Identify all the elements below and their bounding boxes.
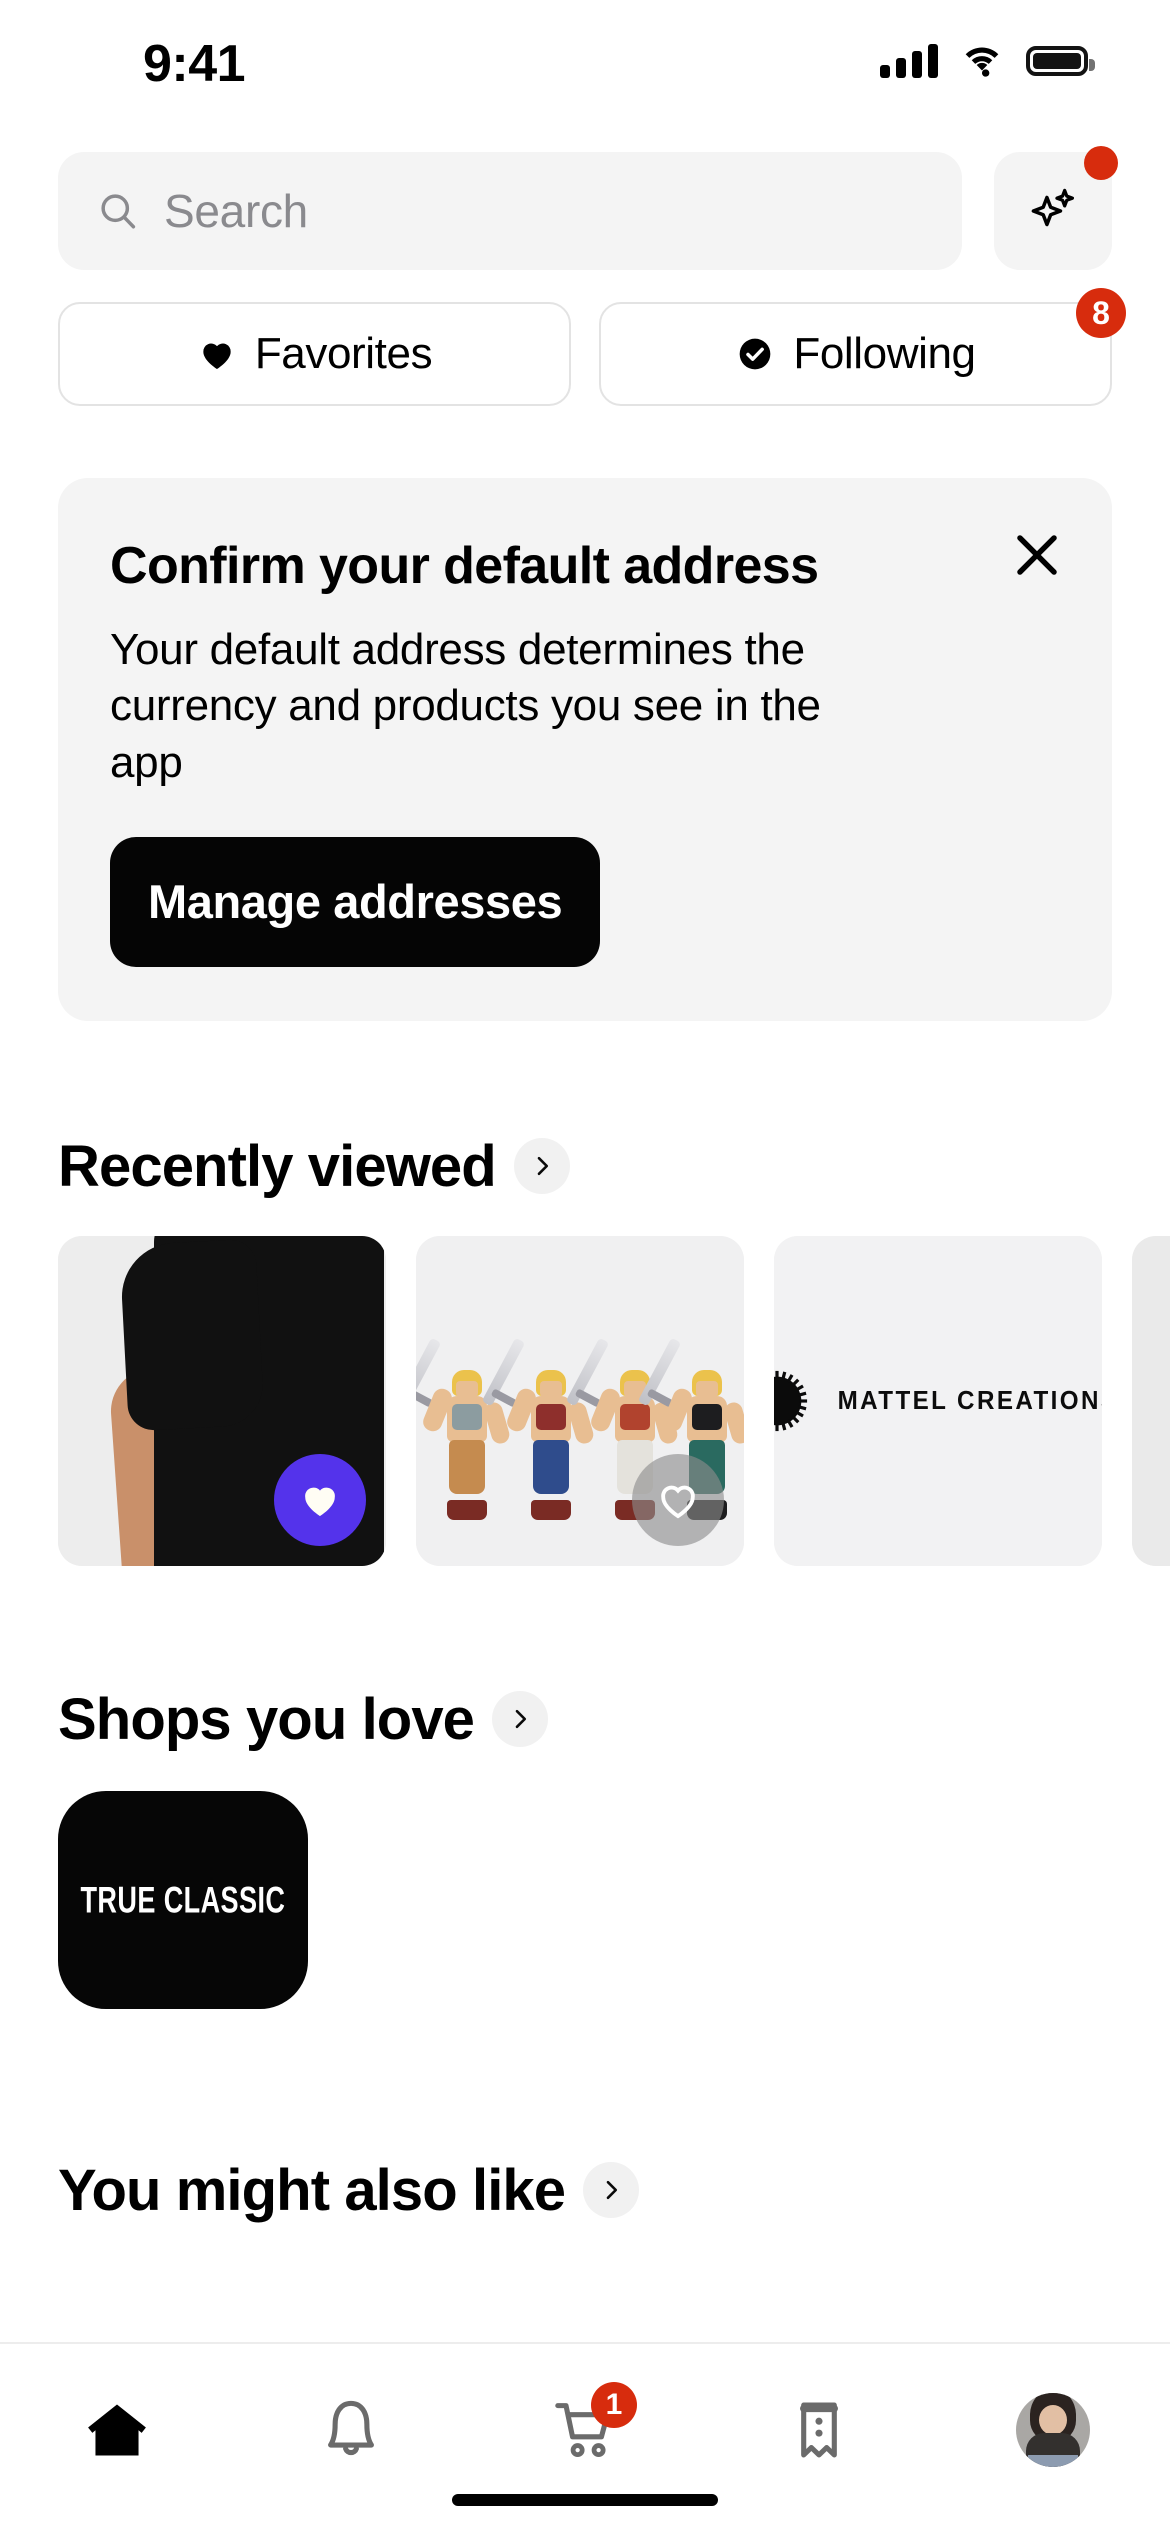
chevron-right-icon[interactable] — [583, 2162, 640, 2219]
recently-viewed-section: Recently viewed MATTEL CREATIONS — [0, 1133, 1170, 1566]
favorites-filter-button[interactable]: Favorites — [58, 302, 571, 406]
true-classic-wordmark: TRUE CLASSIC — [80, 1878, 286, 1921]
status-bar-icons — [880, 44, 1095, 78]
product-image — [1132, 1235, 1170, 1566]
battery-full-icon — [1026, 46, 1095, 76]
you-might-also-like-title: You might also like — [58, 2157, 566, 2223]
default-address-card: Confirm your default address Your defaul… — [58, 478, 1112, 1021]
shops-you-love-section: Shops you love TRUE CLASSIC — [0, 1686, 1170, 2009]
cellular-signal-icon — [880, 44, 938, 78]
address-card-body: Your default address determines the curr… — [110, 625, 821, 787]
heart-filled-icon — [305, 1487, 335, 1517]
tab-orders[interactable] — [702, 2380, 936, 2480]
search-input[interactable]: Search — [58, 152, 962, 270]
heart-filled-icon — [203, 343, 231, 369]
shops-you-love-title: Shops you love — [58, 1686, 475, 1752]
favorite-toggle-button[interactable] — [274, 1453, 366, 1546]
shop-tile-true-classic[interactable]: TRUE CLASSIC — [58, 1790, 308, 2009]
manage-addresses-button[interactable]: Manage addresses — [110, 836, 601, 967]
sparkle-ai-icon — [1031, 188, 1075, 227]
tab-notifications[interactable] — [234, 2380, 468, 2480]
home-indicator — [452, 2494, 718, 2506]
shops-rail[interactable]: TRUE CLASSIC — [0, 1753, 1170, 2009]
home-icon — [88, 2404, 146, 2456]
recently-viewed-title: Recently viewed — [58, 1133, 497, 1199]
bell-icon — [328, 2400, 374, 2456]
search-placeholder: Search — [164, 185, 308, 237]
following-count-badge: 8 — [1076, 288, 1126, 338]
address-card-title: Confirm your default address — [110, 537, 819, 595]
following-filter-button[interactable]: Following 8 — [599, 288, 1126, 406]
avatar — [1016, 2393, 1090, 2467]
wifi-icon — [965, 47, 999, 77]
scroll-content[interactable]: Search Favorites Following 8 Confirm you… — [0, 124, 1170, 2342]
shops-you-love-header[interactable]: Shops you love — [0, 1686, 1170, 1753]
product-card-he-man-figures[interactable] — [416, 1235, 744, 1566]
tab-profile[interactable] — [936, 2380, 1170, 2480]
chevron-right-icon[interactable] — [513, 1138, 570, 1195]
chevron-right-icon[interactable] — [492, 1691, 549, 1748]
favorites-filter-label: Favorites — [254, 329, 433, 378]
search-icon — [101, 194, 136, 229]
filter-pill-row: Favorites Following 8 — [0, 270, 1170, 406]
favorite-toggle-button[interactable] — [632, 1453, 724, 1546]
following-filter-label: Following — [793, 329, 976, 378]
cart-count-badge: 1 — [591, 2382, 637, 2428]
recently-viewed-header[interactable]: Recently viewed — [0, 1133, 1170, 1200]
mattel-starburst-icon — [774, 1370, 808, 1432]
ai-button-notification-dot — [1084, 146, 1118, 180]
product-card-black-cap[interactable] — [1132, 1235, 1170, 1566]
tab-cart[interactable]: 1 — [468, 2380, 702, 2480]
receipt-icon — [800, 2402, 838, 2458]
shop-card-mattel-creations[interactable]: MATTEL CREATIONS — [774, 1235, 1102, 1566]
mattel-creations-wordmark: MATTEL CREATIONS — [838, 1385, 1102, 1416]
you-might-also-like-section: You might also like — [0, 2157, 1170, 2224]
product-card-black-tshirt[interactable] — [58, 1235, 386, 1566]
recently-viewed-rail[interactable]: MATTEL CREATIONS — [0, 1200, 1170, 1566]
heart-outline-icon — [661, 1485, 695, 1519]
tab-home[interactable] — [0, 2380, 234, 2480]
app-screen: 9:41 Search Favorites Following 8 Confir… — [0, 0, 1170, 2532]
check-circle-icon — [740, 338, 771, 370]
shop-logo: MATTEL CREATIONS — [774, 1235, 1102, 1566]
status-bar: 9:41 — [0, 0, 1170, 124]
close-icon[interactable] — [1006, 524, 1068, 586]
you-might-also-like-header[interactable]: You might also like — [0, 2157, 1170, 2224]
ai-assistant-button[interactable] — [994, 146, 1118, 270]
search-row: Search — [0, 124, 1170, 270]
